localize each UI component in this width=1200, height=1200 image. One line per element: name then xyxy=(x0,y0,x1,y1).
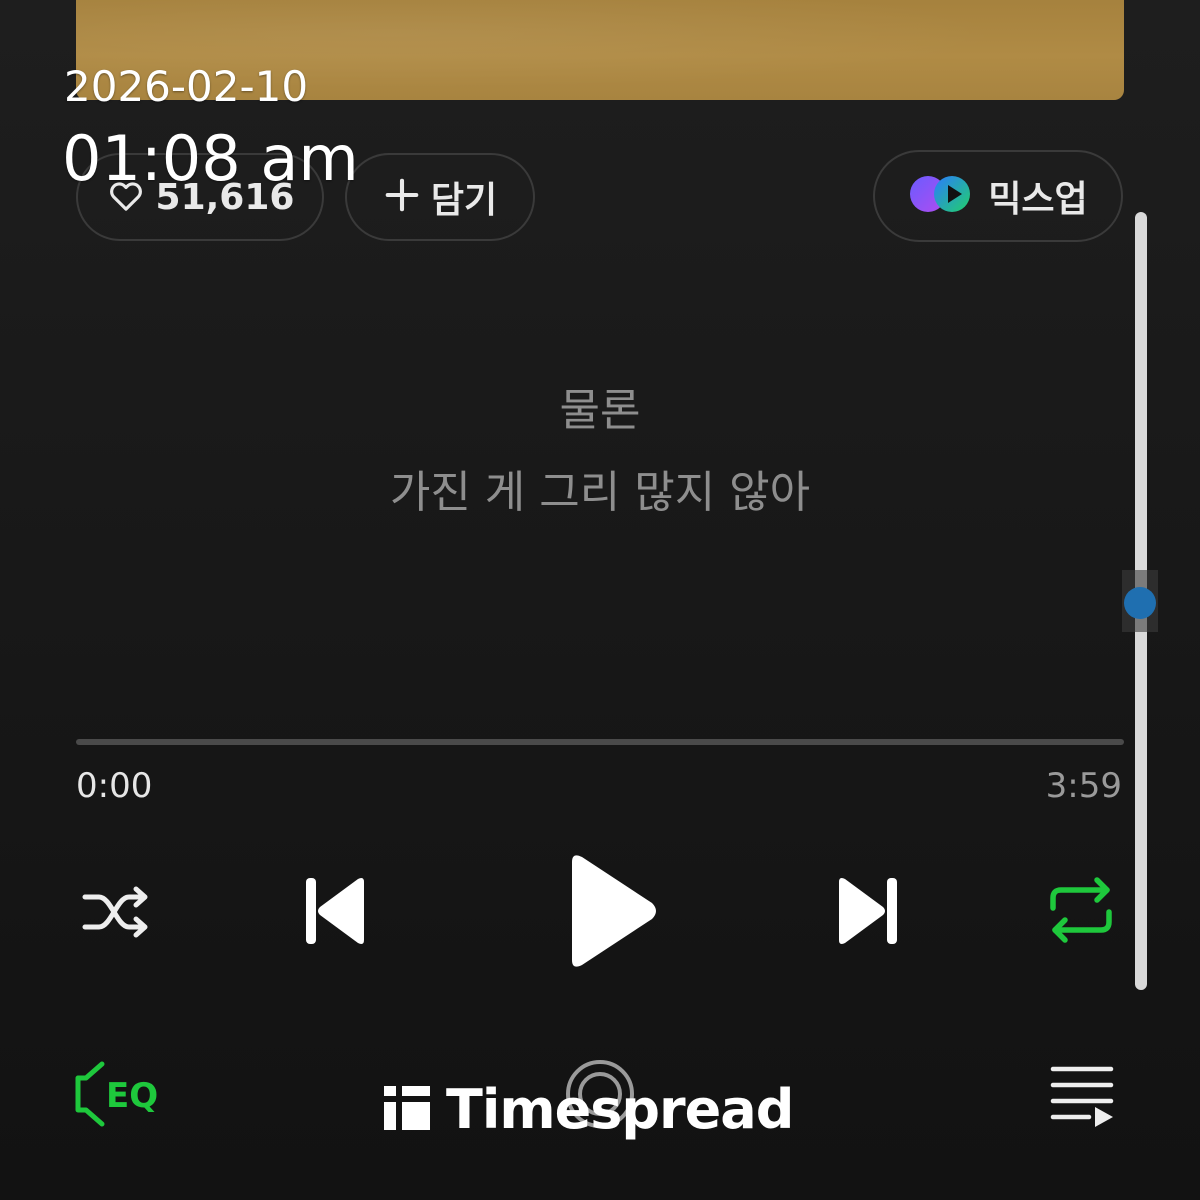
mixup-label: 믹스업 xyxy=(988,179,1088,220)
scroll-thumb[interactable] xyxy=(1124,587,1156,619)
lyric-line-2[interactable]: 가진 게 그리 많지 않아 xyxy=(0,456,1200,520)
watermark: Timespread xyxy=(382,1078,794,1141)
mixup-icon xyxy=(908,173,974,219)
shuffle-button[interactable] xyxy=(78,880,158,948)
previous-button[interactable] xyxy=(295,872,375,954)
shuffle-icon xyxy=(79,880,157,948)
skip-next-icon xyxy=(833,874,903,952)
add-label: 담기 xyxy=(430,180,498,221)
equalizer-button[interactable]: EQ xyxy=(70,1058,170,1134)
add-to-playlist-button[interactable]: 담기 xyxy=(345,153,535,241)
overlay-time: 01:08 am xyxy=(62,122,359,195)
playlist-icon xyxy=(1049,1063,1115,1131)
play-button[interactable] xyxy=(550,848,670,978)
next-button[interactable] xyxy=(828,872,908,954)
skip-previous-icon xyxy=(300,874,370,952)
current-time: 0:00 xyxy=(76,766,153,806)
playlist-button[interactable] xyxy=(1044,1062,1120,1132)
total-time: 3:59 xyxy=(1045,766,1122,806)
svg-text:EQ: EQ xyxy=(106,1076,158,1116)
overlay-date: 2026-02-10 xyxy=(64,62,309,111)
mixup-button[interactable]: 믹스업 xyxy=(873,150,1123,242)
play-icon xyxy=(560,850,660,976)
progress-bar[interactable] xyxy=(76,739,1124,745)
plus-icon xyxy=(383,176,421,218)
watermark-text: Timespread xyxy=(446,1078,794,1141)
repeat-icon xyxy=(1045,876,1117,948)
lyric-line-1[interactable]: 물론 xyxy=(0,374,1200,438)
eq-icon: EQ xyxy=(72,1058,168,1134)
timespread-logo-icon xyxy=(382,1084,432,1136)
repeat-button[interactable] xyxy=(1040,874,1122,950)
